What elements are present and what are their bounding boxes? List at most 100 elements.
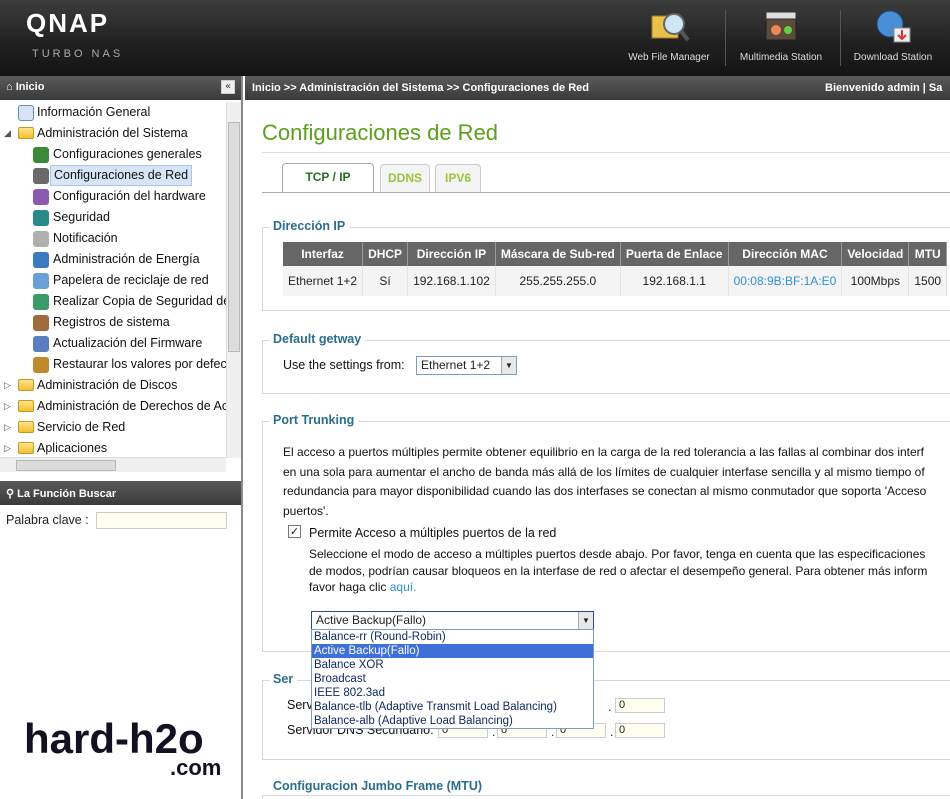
- ip-dot: .: [608, 700, 612, 714]
- logo-subtitle: TURBO NAS: [32, 48, 124, 60]
- sidebar-item[interactable]: Configuraciones generales: [0, 144, 226, 165]
- expand-right-icon[interactable]: ▷: [4, 438, 11, 458]
- sidebar-item-label: Administración de Derechos de Ac: [37, 399, 226, 413]
- scrollbar-thumb[interactable]: [228, 122, 240, 352]
- sidebar-item[interactable]: ▷ Administración de Discos: [0, 375, 226, 396]
- firmware-icon: [33, 336, 49, 352]
- tab-ipv6[interactable]: IPV6: [435, 164, 481, 192]
- dropdown-option[interactable]: Balance-rr (Round-Robin): [312, 630, 593, 644]
- port-trunking-checkbox[interactable]: ✓: [288, 525, 301, 538]
- dropdown-option[interactable]: Active Backup(Fallo): [312, 644, 593, 658]
- secondary-dns-octet-4[interactable]: 0: [615, 723, 665, 738]
- gateway-select[interactable]: Ethernet 1+2 ▼: [416, 356, 517, 375]
- sidebar-item[interactable]: Realizar Copia de Seguridad de: [0, 291, 226, 312]
- backup-icon: [33, 294, 49, 310]
- network-icon: [33, 168, 49, 184]
- sidebar-item[interactable]: Seguridad: [0, 207, 226, 228]
- web-file-manager-icon: [651, 13, 690, 42]
- ip-table-cell: Sí: [362, 266, 409, 296]
- sidebar-item[interactable]: Actualización del Firmware: [0, 333, 226, 354]
- sidebar-item-label: Configuraciones de Red: [50, 165, 193, 186]
- folder-icon: [18, 400, 34, 412]
- sidebar-item-label: Información General: [37, 105, 151, 119]
- sidebar-item[interactable]: Configuración del hardware: [0, 186, 226, 207]
- expand-right-icon[interactable]: ▷: [4, 375, 11, 396]
- ip-table-column-header: Velocidad: [841, 242, 910, 266]
- trunk-mode-select[interactable]: Active Backup(Fallo) ▼: [311, 611, 594, 630]
- sidebar-item-label: Registros de sistema: [53, 315, 170, 329]
- ip-table: Interfaz DHCP Dirección IP Máscara de Sub-r…: [283, 242, 948, 296]
- expand-down-icon[interactable]: ◢: [4, 123, 11, 144]
- sidebar-item-label: Seguridad: [53, 210, 110, 224]
- ip-table-column-header: DHCP: [362, 242, 409, 266]
- sidebar-item-label: Configuraciones generales: [53, 147, 202, 161]
- dropdown-option[interactable]: Balance-tlb (Adaptive Transmit Load Bala…: [312, 700, 593, 714]
- left-panel: ⌂ Inicio « Información General ◢ Administr…: [0, 76, 243, 799]
- restore-icon: [33, 357, 49, 373]
- trunk-description-line: puertos'.: [283, 503, 329, 518]
- tab-tcp-ip[interactable]: TCP / IP: [282, 163, 374, 193]
- trunk-mode-dropdown-list: Balance-rr (Round-Robin) Active Backup(Fa…: [311, 629, 594, 729]
- qnap-logo: QNAP: [26, 8, 110, 38]
- logs-icon: [33, 315, 49, 331]
- search-input[interactable]: [96, 512, 227, 529]
- sidebar-item[interactable]: Notificación: [0, 228, 226, 249]
- multimedia-station-icon: [765, 11, 797, 41]
- expand-right-icon[interactable]: ▷: [4, 417, 11, 438]
- folder-icon: [18, 421, 34, 433]
- sidebar-item[interactable]: Configuraciones de Red: [0, 165, 226, 186]
- download-station-button[interactable]: Download Station: [838, 4, 948, 70]
- folder-icon: [18, 127, 34, 139]
- multimedia-station-button[interactable]: Multimedia Station: [726, 4, 836, 70]
- web-file-manager-button[interactable]: Web File Manager: [614, 4, 724, 70]
- chevron-down-icon[interactable]: ▼: [501, 357, 516, 374]
- search-panel-header: ⚲ La Función Buscar: [0, 481, 241, 505]
- sidebar-item[interactable]: Administración de Energía: [0, 249, 226, 270]
- sidebar-item[interactable]: Papelera de reciclaje de red: [0, 270, 226, 291]
- sidebar-item[interactable]: Restaurar los valores por defec: [0, 354, 226, 375]
- download-station-icon: [876, 10, 911, 43]
- dropdown-option[interactable]: Balance XOR: [312, 658, 593, 672]
- sidebar-item-label: Realizar Copia de Seguridad de: [53, 294, 226, 308]
- ip-table-header: Interfaz DHCP Dirección IP Máscara de Sub-r…: [283, 242, 948, 266]
- expand-right-icon[interactable]: ▷: [4, 396, 11, 417]
- chevron-down-icon[interactable]: ▼: [578, 612, 593, 629]
- sidebar-item-label: Papelera de reciclaje de red: [53, 273, 209, 287]
- trunk-help-text-end: favor haga clic: [309, 580, 387, 594]
- tree-vertical-scrollbar[interactable]: [226, 102, 241, 458]
- sidebar-item[interactable]: ◢ Administración del Sistema: [0, 123, 226, 144]
- ip-table-column-header: Dirección MAC: [728, 242, 843, 266]
- hardware-icon: [33, 189, 49, 205]
- tab-underline: [262, 192, 950, 193]
- tree-horizontal-scrollbar[interactable]: [0, 457, 226, 472]
- sidebar-item-label: Administración de Energía: [53, 252, 200, 266]
- page-title: Configuraciones de Red: [262, 120, 499, 145]
- help-link[interactable]: aquí.: [390, 580, 417, 594]
- breadcrumb-bar: Inicio >> Administración del Sistema >> …: [245, 76, 950, 100]
- dropdown-option[interactable]: Balance-alb (Adaptive Load Balancing): [312, 714, 593, 728]
- trunk-description-line: en una sola para aumentar el ancho de ba…: [283, 464, 925, 479]
- trunk-description: El acceso a puertos múltiples permite ob…: [283, 443, 950, 521]
- dropdown-option[interactable]: IEEE 802.3ad: [312, 686, 593, 700]
- sidebar-item[interactable]: Registros de sistema: [0, 312, 226, 333]
- gateway-label: Use the settings from:: [283, 358, 405, 372]
- info-icon: [18, 105, 34, 121]
- primary-dns-octet-4[interactable]: 0: [615, 698, 665, 713]
- sidebar-item[interactable]: Información General: [0, 102, 226, 123]
- sidebar-item[interactable]: ▷ Servicio de Red: [0, 417, 226, 438]
- sidebar-item[interactable]: ▷ Administración de Derechos de Ac: [0, 396, 226, 417]
- trunk-description-line: El acceso a puertos múltiples permite ob…: [283, 445, 925, 459]
- sidebar-item[interactable]: ▷ Aplicaciones: [0, 438, 226, 458]
- trunk-mode-select-value: Active Backup(Fallo): [316, 613, 427, 627]
- collapse-panel-button[interactable]: «: [221, 80, 235, 94]
- notification-icon: [33, 231, 49, 247]
- navigation-tree: Información General ◢ Administración del S…: [0, 102, 226, 458]
- jumbo-frame-legend: Configuracion Jumbo Frame (MTU): [269, 779, 487, 793]
- tab-ddns[interactable]: DDNS: [380, 164, 430, 192]
- scrollbar-thumb[interactable]: [16, 460, 116, 471]
- gateway-select-value: Ethernet 1+2: [421, 358, 491, 372]
- power-icon: [33, 252, 49, 268]
- default-gateway-legend: Default getway: [269, 332, 366, 346]
- sidebar-item-label: Actualización del Firmware: [53, 336, 203, 350]
- dropdown-option[interactable]: Broadcast: [312, 672, 593, 686]
